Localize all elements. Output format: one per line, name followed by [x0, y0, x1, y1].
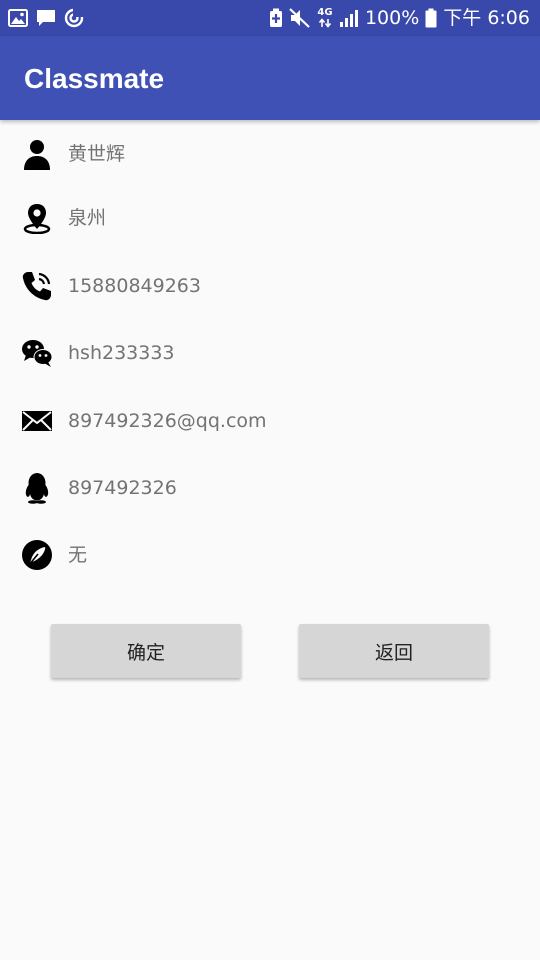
email-row: 897492326@qq.com	[0, 401, 540, 441]
qq-icon	[25, 473, 49, 504]
app-title: Classmate	[24, 63, 165, 94]
name-value[interactable]: 黄世辉	[68, 141, 125, 167]
wechat-value[interactable]: hsh233333	[68, 340, 175, 366]
name-row: 黄世辉	[0, 134, 540, 174]
feather-icon	[22, 540, 52, 570]
back-button[interactable]: 返回	[299, 624, 489, 678]
phone-row: 15880849263	[0, 266, 540, 306]
battery-saver-icon	[269, 8, 282, 27]
weibo-value[interactable]: 无	[68, 542, 87, 568]
status-bar: 4G 100% 下午 6:06	[0, 0, 540, 36]
phone-icon	[22, 272, 51, 301]
confirm-button[interactable]: 确定	[51, 624, 241, 678]
qq-row: 897492326	[0, 468, 540, 508]
battery-percentage: 100%	[364, 7, 420, 29]
app-bar: Classmate	[0, 36, 540, 120]
sync-notification-icon	[64, 8, 84, 28]
email-value[interactable]: 897492326@qq.com	[68, 408, 267, 434]
signal-icon	[339, 10, 358, 27]
message-notification-icon	[37, 10, 55, 26]
phone-value[interactable]: 15880849263	[68, 273, 201, 299]
gallery-notification-icon	[8, 9, 28, 27]
battery-icon	[425, 8, 437, 28]
location-pin-icon	[23, 204, 51, 234]
email-icon	[22, 411, 52, 431]
clock: 下午 6:06	[443, 7, 530, 29]
location-value[interactable]: 泉州	[68, 205, 106, 231]
network-type: 4G	[317, 8, 333, 28]
location-row: 泉州	[0, 198, 540, 238]
person-icon	[24, 140, 50, 170]
wechat-row: hsh233333	[0, 333, 540, 373]
network-type-label: 4G	[317, 7, 333, 18]
wechat-icon	[22, 340, 53, 367]
data-arrows-icon	[318, 18, 332, 28]
weibo-row: 无	[0, 535, 540, 575]
mute-icon	[289, 8, 310, 28]
qq-value[interactable]: 897492326	[68, 475, 177, 501]
